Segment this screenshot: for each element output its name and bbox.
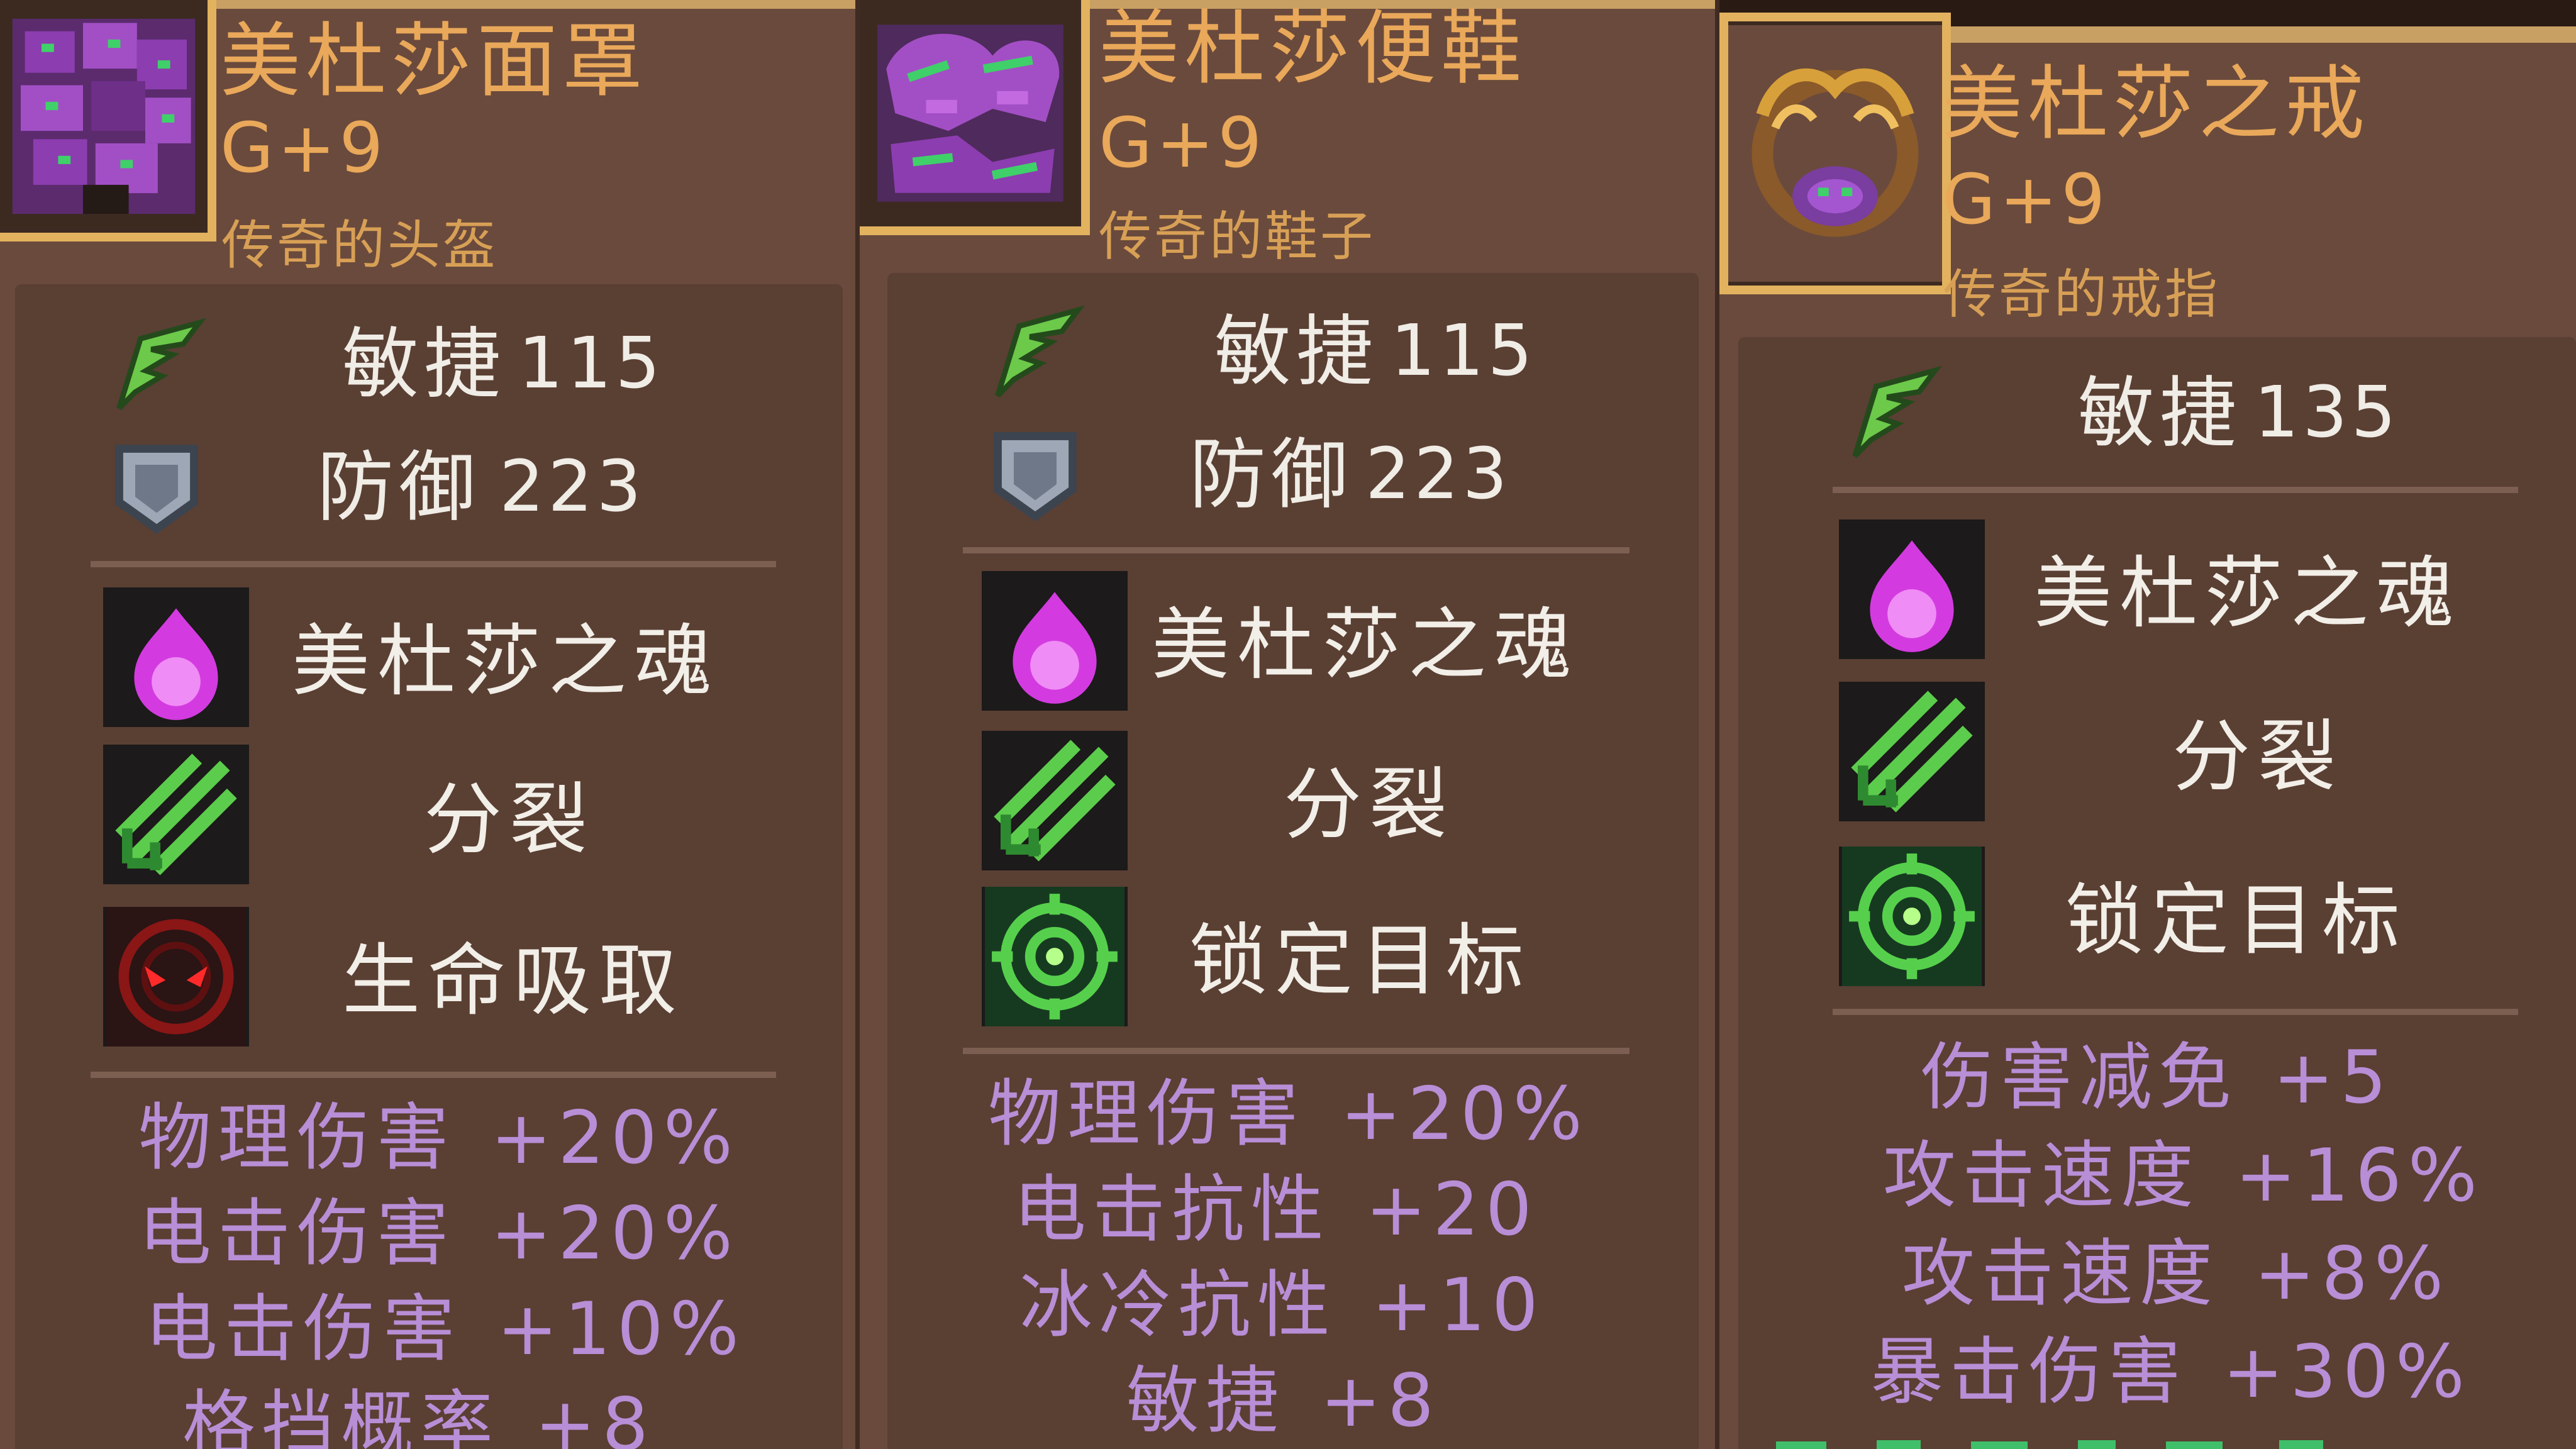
divider: [91, 561, 776, 567]
item-name: 美杜莎之戒: [1942, 57, 2370, 151]
column-separator: [855, 0, 860, 1449]
medusa-helmet-icon: [0, 2, 208, 231]
defense-shield-icon: [982, 420, 1089, 527]
skill-name: 美杜莎之魂: [292, 616, 720, 707]
target-lock-icon: [982, 887, 1128, 1026]
item-rarity: 传奇的头盔: [221, 214, 499, 276]
stat-value: 223: [1365, 433, 1511, 515]
bonus-line: 格挡概率 +8: [182, 1382, 655, 1449]
split-arrows-icon: [1839, 682, 1985, 821]
item-stats-panel: 敏捷 115 防御 223 美杜莎之魂 分裂 生命吸取 物理伤害 +20% 电击伤…: [15, 284, 843, 1449]
skill-name: 美杜莎之魂: [1152, 600, 1580, 691]
split-arrows-icon: [103, 745, 249, 884]
stat-value: 115: [518, 323, 664, 404]
item-stats-panel: 敏捷 115 防御 223 美杜莎之魂 分裂 锁定目标 物理伤害 +20% 电击抗…: [887, 273, 1699, 1449]
item-level: G+9: [1942, 159, 2109, 240]
bonus-line: 电击伤害 +20%: [138, 1191, 740, 1276]
medusa-ring-icon: [1719, 13, 1951, 294]
item-card-medusa-shoes[interactable]: 美杜莎便鞋 G+9 传奇的鞋子 敏捷 115 防御 223 美杜莎之魂 分裂 锁…: [860, 0, 1715, 1449]
item-rarity: 传奇的鞋子: [1099, 206, 1376, 267]
agility-leaf-icon: [1839, 360, 1946, 467]
medusa-soul-icon: [1839, 519, 1985, 659]
item-level: G+9: [1099, 103, 1266, 183]
item-rarity: 传奇的戒指: [1943, 264, 2221, 325]
bonus-line: 敏捷 +8: [1126, 1358, 1440, 1443]
skill-name: 锁定目标: [1189, 916, 1532, 1006]
cut-off-set-bonus-text: [1776, 1440, 2323, 1449]
skill-name: 锁定目标: [2065, 875, 2408, 966]
medusa-soul-icon: [982, 571, 1128, 711]
column-separator: [1715, 0, 1719, 1449]
skill-name: 分裂: [2172, 712, 2344, 802]
medusa-helmet-icon: [0, 0, 216, 242]
divider: [963, 547, 1629, 553]
skill-name: 分裂: [1284, 760, 1455, 850]
stat-value: 135: [2254, 372, 2400, 453]
stat-label: 敏捷: [1214, 307, 1378, 396]
bonus-line: 暴击伤害 +30%: [1870, 1330, 2472, 1414]
divider: [91, 1072, 776, 1078]
skill-name: 分裂: [424, 775, 596, 865]
split-arrows-icon: [982, 731, 1128, 870]
skill-name: 生命吸取: [342, 936, 685, 1026]
bonus-line: 攻击速度 +16%: [1883, 1133, 2484, 1218]
item-card-medusa-mask[interactable]: 美杜莎面罩 G+9 传奇的头盔 敏捷 115 防御 223 美杜莎之魂 分裂 生…: [0, 0, 855, 1449]
item-stats-panel: 敏捷 135 美杜莎之魂 分裂 锁定目标 伤害减免 +5 攻击速度 +16% 攻击速…: [1738, 337, 2576, 1449]
medusa-shoes-icon: [860, 3, 1081, 224]
divider: [963, 1048, 1629, 1054]
bonus-line: 物理伤害 +20%: [138, 1096, 740, 1180]
bonus-line: 电击抗性 +20: [1013, 1167, 1538, 1252]
medusa-ring-icon: [1728, 25, 1942, 282]
medusa-soul-icon: [103, 587, 249, 727]
bonus-line: 伤害减免 +5: [1921, 1035, 2393, 1120]
stat-label: 防御: [317, 443, 480, 532]
stat-label: 敏捷: [2078, 369, 2241, 458]
bonus-line: 电击伤害 +10%: [145, 1287, 746, 1372]
skill-name: 美杜莎之魂: [2034, 548, 2462, 639]
item-level: G+9: [220, 108, 387, 188]
defense-shield-icon: [103, 433, 210, 540]
bonus-line: 冰冷抗性 +10: [1019, 1263, 1545, 1348]
bonus-line: 物理伤害 +20%: [988, 1072, 1589, 1157]
item-name: 美杜莎便鞋: [1099, 2, 1527, 96]
stat-label: 防御: [1189, 430, 1353, 519]
item-name: 美杜莎面罩: [220, 14, 648, 108]
agility-leaf-icon: [982, 299, 1089, 406]
agility-leaf-icon: [103, 312, 210, 419]
stat-value: 223: [499, 446, 645, 528]
divider: [1833, 1009, 2518, 1015]
bonus-line: 攻击速度 +8%: [1902, 1231, 2450, 1316]
stat-label: 敏捷: [342, 319, 506, 409]
item-card-medusa-ring[interactable]: 美杜莎之戒 G+9 传奇的戒指 敏捷 135 美杜莎之魂 分裂 锁定目标 伤害减…: [1719, 0, 2576, 1449]
life-steal-icon: [103, 907, 249, 1046]
target-lock-icon: [1839, 847, 1985, 986]
stat-value: 115: [1391, 310, 1536, 392]
medusa-shoes-icon: [860, 0, 1090, 235]
divider: [1833, 487, 2518, 493]
